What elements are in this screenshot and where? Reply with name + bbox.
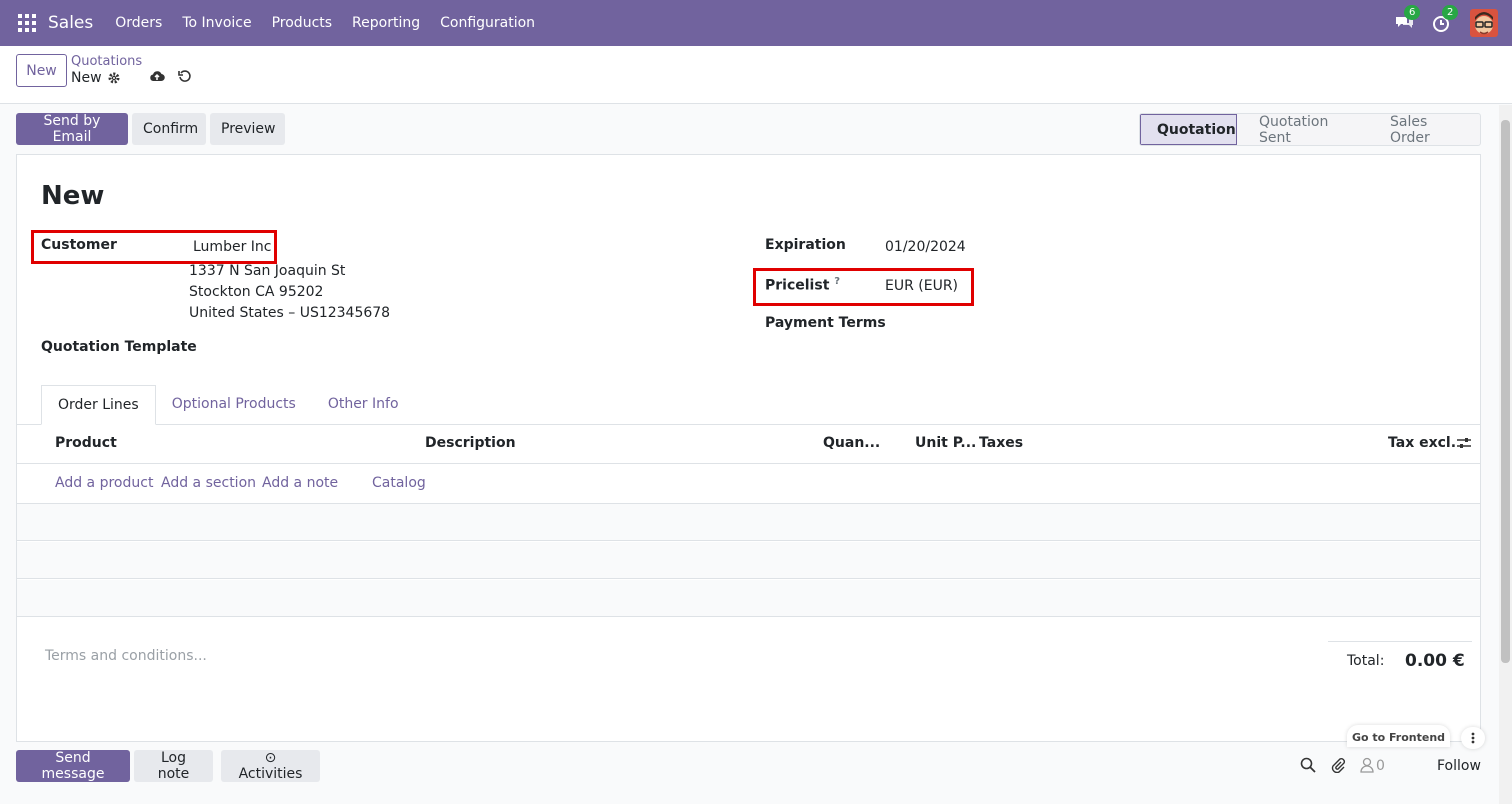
col-tax-excl[interactable]: Tax excl. — [1388, 435, 1456, 451]
scrollbar-thumb[interactable] — [1501, 120, 1510, 663]
follow-button[interactable]: Follow — [1437, 758, 1481, 774]
preview-button[interactable]: Preview — [210, 113, 285, 145]
add-note-link[interactable]: Add a note — [262, 475, 338, 491]
activities-clock-icon[interactable]: 2 — [1432, 5, 1459, 33]
col-product[interactable]: Product — [55, 435, 117, 451]
pricelist-label: Pricelist ? — [765, 276, 841, 294]
activities-button[interactable]: ⊙ Activities — [221, 750, 320, 782]
control-panel: New Quotations New — [0, 46, 1512, 104]
send-by-email-button[interactable]: Send by Email — [16, 113, 128, 145]
stage-sales-order[interactable]: Sales Order — [1368, 114, 1480, 145]
quotation-template-label: Quotation Template — [41, 339, 197, 355]
user-avatar[interactable] — [1470, 9, 1498, 37]
col-taxes[interactable]: Taxes — [979, 435, 1023, 451]
go-to-frontend-button[interactable]: Go to Frontend — [1347, 725, 1450, 747]
total-divider — [1328, 641, 1472, 642]
total-value: 0.00 € — [1405, 651, 1465, 671]
cloud-upload-icon[interactable] — [149, 69, 165, 87]
page-scrollbar[interactable] — [1499, 105, 1512, 804]
menu-reporting[interactable]: Reporting — [342, 15, 430, 31]
confirm-button[interactable]: Confirm — [132, 113, 206, 145]
tab-optional-products[interactable]: Optional Products — [156, 385, 312, 425]
help-tooltip-icon[interactable]: ? — [834, 276, 840, 287]
col-quantity[interactable]: Quan... — [823, 435, 880, 451]
pricelist-field[interactable]: EUR (EUR) — [885, 278, 958, 294]
col-description[interactable]: Description — [425, 435, 516, 451]
clock-icon: ⊙ — [264, 750, 277, 766]
catalog-link[interactable]: Catalog — [372, 475, 426, 491]
expiration-field[interactable]: 01/20/2024 — [885, 239, 966, 255]
menu-to-invoice[interactable]: To Invoice — [172, 15, 261, 31]
apps-grid-icon[interactable] — [18, 14, 36, 32]
followers-count: 0 — [1376, 758, 1385, 774]
expiration-label: Expiration — [765, 237, 846, 253]
payment-terms-label: Payment Terms — [765, 315, 886, 331]
top-navbar: Sales Orders To Invoice Products Reporti… — [0, 0, 1512, 46]
activities-label: Activities — [238, 766, 303, 782]
column-settings-icon[interactable] — [1456, 436, 1472, 454]
more-options-icon[interactable] — [1461, 727, 1485, 749]
add-section-link[interactable]: Add a section — [161, 475, 256, 491]
empty-table-row — [17, 580, 1480, 617]
customer-label: Customer — [41, 237, 117, 253]
empty-table-row — [17, 542, 1480, 579]
empty-table-row — [17, 504, 1480, 541]
paperclip-icon[interactable] — [1330, 757, 1346, 777]
customer-field[interactable]: Lumber Inc — [193, 239, 271, 255]
col-unit-price[interactable]: Unit P... — [915, 435, 976, 451]
stage-quotation[interactable]: Quotation — [1140, 114, 1237, 145]
address-line3: United States – US12345678 — [189, 305, 391, 321]
total-label: Total: — [1347, 653, 1385, 669]
add-product-link[interactable]: Add a product — [55, 475, 153, 491]
form-sheet: New Customer Lumber Inc 1337 N San Joaqu… — [16, 154, 1485, 749]
activities-badge: 2 — [1442, 5, 1459, 20]
status-bar: Quotation Quotation Sent Sales Order — [1139, 113, 1481, 146]
undo-icon[interactable] — [178, 69, 192, 87]
app-brand[interactable]: Sales — [48, 13, 93, 33]
notebook-tabs: Order Lines Optional Products Other Info — [41, 385, 415, 425]
search-icon[interactable] — [1300, 757, 1316, 777]
tab-other-info[interactable]: Other Info — [312, 385, 415, 425]
new-button[interactable]: New — [16, 54, 67, 87]
address-line1: 1337 N San Joaquin St — [189, 263, 346, 279]
menu-orders[interactable]: Orders — [105, 15, 172, 31]
tab-order-lines[interactable]: Order Lines — [41, 385, 156, 425]
header-divider — [17, 463, 1480, 464]
messages-badge: 6 — [1404, 5, 1421, 20]
messages-icon[interactable]: 6 — [1394, 5, 1421, 33]
followers-icon[interactable] — [1360, 757, 1374, 777]
send-message-button[interactable]: Send message — [16, 750, 130, 782]
record-title[interactable]: New — [41, 181, 104, 211]
breadcrumb-quotations[interactable]: Quotations — [71, 54, 142, 69]
menu-configuration[interactable]: Configuration — [430, 15, 545, 31]
stage-quotation-sent[interactable]: Quotation Sent — [1237, 114, 1368, 145]
gear-icon[interactable] — [107, 71, 121, 89]
breadcrumb-current: New — [71, 70, 102, 86]
menu-products[interactable]: Products — [262, 15, 342, 31]
address-line2: Stockton CA 95202 — [189, 284, 324, 300]
log-note-button[interactable]: Log note — [134, 750, 213, 782]
terms-and-conditions-field[interactable]: Terms and conditions... — [45, 648, 207, 664]
